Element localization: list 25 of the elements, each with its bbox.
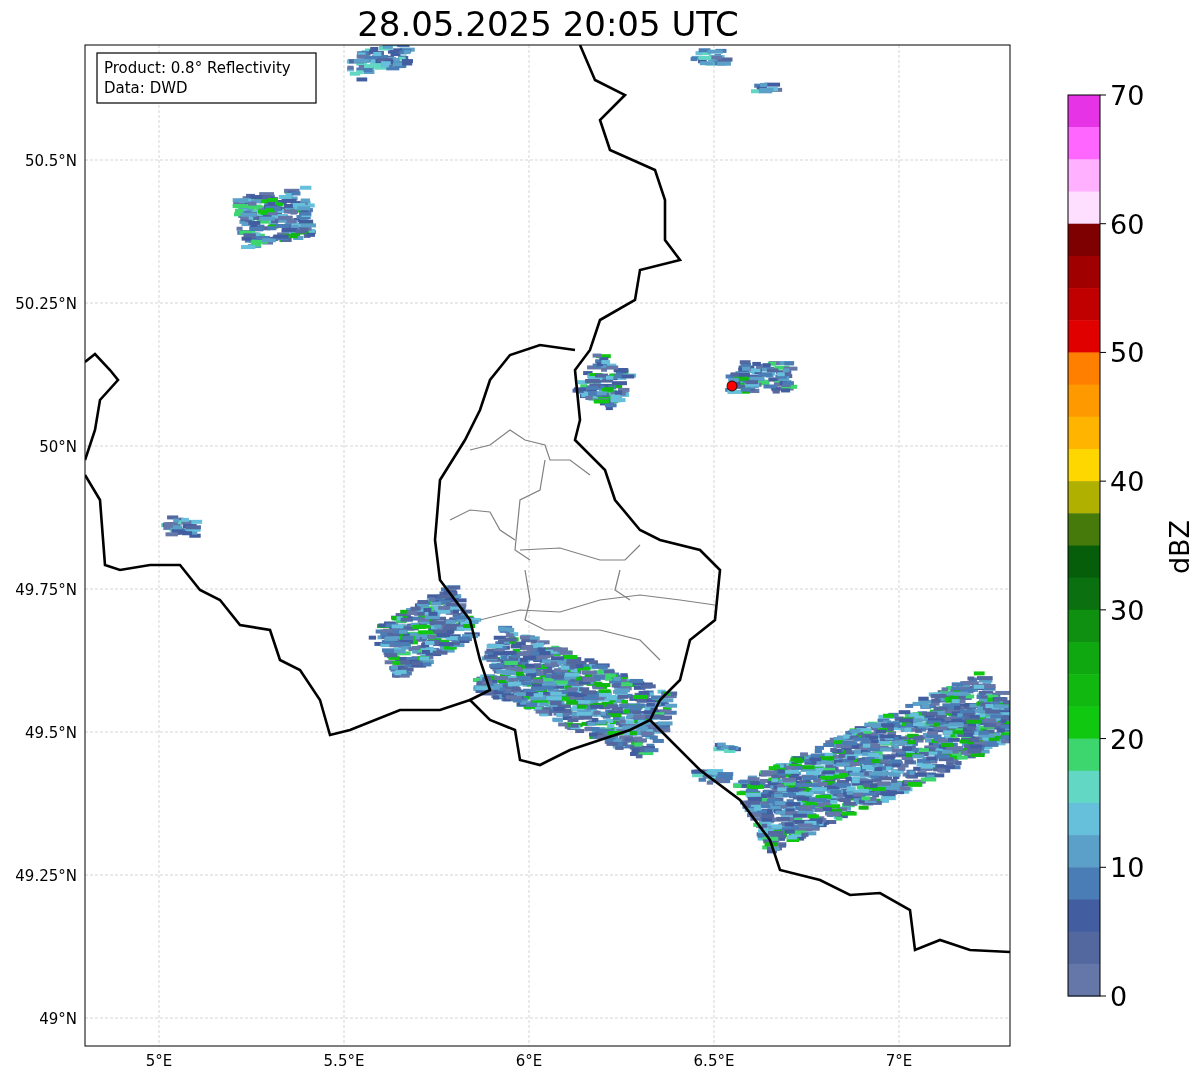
colorbar-tick-label: 30 (1110, 594, 1145, 626)
longitude-label: 5°E (145, 1052, 173, 1070)
colorbar-tick-label: 60 (1110, 208, 1145, 240)
info-text: Product: 0.8° Reflectivity (104, 59, 291, 77)
colorbar-tick-label: 0 (1110, 981, 1128, 1012)
colorbar-tick-label: 40 (1110, 466, 1145, 498)
latitude-label: 49.5°N (24, 724, 77, 742)
longitude-label: 6.5°E (693, 1052, 735, 1070)
latitude-label: 49.75°N (15, 581, 77, 599)
colorbar-tick-label: 10 (1110, 852, 1145, 884)
colorbar-label: dBZ (1164, 519, 1195, 575)
colorbar-tick-label: 20 (1110, 723, 1145, 755)
latitude-label: 50.5°N (24, 152, 77, 170)
latitude-label: 49°N (39, 1010, 77, 1028)
longitude-label: 5.5°E (323, 1052, 365, 1070)
colorbar-tick-label: 50 (1110, 337, 1145, 369)
latitude-label: 50.25°N (15, 295, 77, 313)
longitude-label: 7°E (885, 1052, 913, 1070)
radar-station-marker (726, 380, 738, 392)
latitude-label: 50°N (39, 438, 77, 456)
longitude-label: 6°E (515, 1052, 543, 1070)
colorbar-tick-label: 70 (1110, 80, 1145, 111)
latitude-label: 49.25°N (15, 867, 77, 885)
info-text: Data: DWD (104, 79, 188, 97)
plot-title: 28.05.2025 20:05 UTC (357, 4, 739, 44)
